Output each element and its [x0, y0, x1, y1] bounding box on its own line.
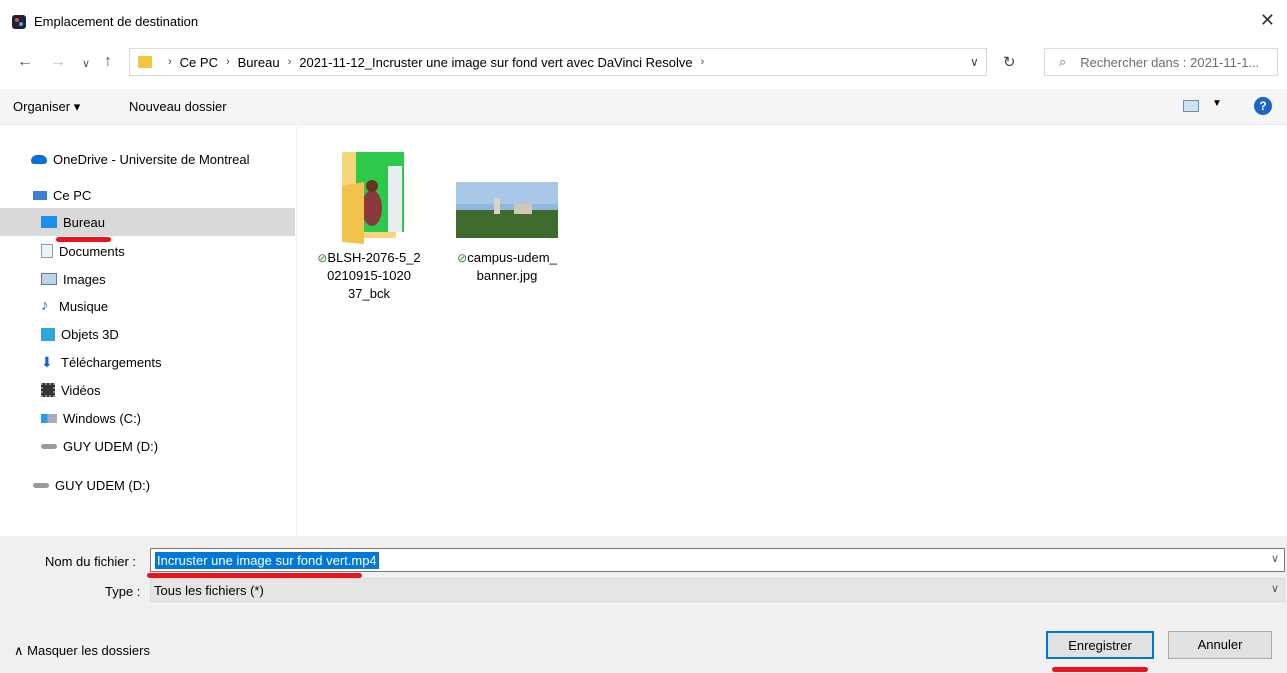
annotation-underline-save — [1052, 667, 1148, 672]
sidebar-item-label: GUY UDEM (D:) — [63, 438, 159, 454]
breadcrumb-separator-icon: › — [168, 56, 172, 68]
sidebar-item-label: Documents — [59, 243, 125, 259]
sidebar-item-objets-3d[interactable]: Objets 3D — [0, 320, 295, 348]
sync-status-check-icon: ⊘ — [317, 251, 328, 265]
view-options-icon[interactable] — [1183, 100, 1199, 112]
usb-drive-icon — [41, 443, 57, 449]
file-name-line: 0210915-1020 — [327, 268, 411, 283]
filename-label: Nom du fichier : — [45, 554, 137, 569]
file-list: ⊘BLSH-2076-5_2 0210915-1020 37_bck ⊘camp… — [297, 126, 1287, 536]
search-placeholder: Rechercher dans : 2021-11-1... — [1080, 54, 1260, 70]
new-folder-button[interactable]: Nouveau dossier — [129, 99, 227, 114]
campus-image-thumbnail-icon — [456, 182, 558, 238]
sidebar-item-label: Bureau — [63, 214, 105, 230]
file-name-line: campus-udem_ — [467, 250, 557, 265]
address-bar[interactable]: › Ce PC › Bureau › 2021-11-12_Incruster … — [129, 48, 987, 76]
hide-folders-label: Masquer les dossiers — [27, 643, 150, 658]
sidebar-item-onedrive[interactable]: OneDrive - Universite de Montreal — [0, 145, 295, 173]
title-bar: Emplacement de destination ✕ — [0, 0, 1287, 44]
music-icon: ♪ — [41, 297, 49, 314]
breadcrumb-current-folder[interactable]: 2021-11-12_Incruster une image sur fond … — [299, 55, 692, 70]
navigation-pane: OneDrive - Universite de Montreal Ce PC … — [0, 126, 297, 536]
sidebar-item-windows-c[interactable]: Windows (C:) — [0, 404, 295, 432]
folder-video-thumbnail-icon — [342, 152, 406, 244]
cancel-button[interactable]: Annuler — [1168, 631, 1272, 659]
folder-icon — [138, 56, 152, 68]
sidebar-item-label: GUY UDEM (D:) — [55, 477, 151, 493]
file-type-value: Tous les fichiers (*) — [154, 583, 264, 598]
sidebar-item-guy-udem-d[interactable]: GUY UDEM (D:) — [0, 432, 295, 460]
hide-folders-toggle[interactable]: ∧ Masquer les dossiers — [14, 643, 150, 659]
sync-status-check-icon: ⊘ — [457, 251, 468, 265]
sidebar-item-label: Windows (C:) — [63, 410, 142, 426]
file-name-line: BLSH-2076-5_2 — [327, 250, 421, 265]
up-arrow-icon[interactable]: ↑ — [104, 53, 112, 71]
recent-locations-icon[interactable]: ∨ — [82, 57, 90, 70]
sidebar-item-label: OneDrive - Universite de Montreal — [53, 151, 250, 167]
sidebar-item-telechargements[interactable]: ⬇ Téléchargements — [0, 348, 295, 376]
downloads-icon: ⬇ — [41, 354, 53, 370]
sidebar-item-videos[interactable]: Vidéos — [0, 376, 295, 404]
computer-icon — [33, 190, 47, 200]
view-dropdown-icon[interactable]: ▼ — [1212, 98, 1222, 109]
save-button[interactable]: Enregistrer — [1046, 631, 1154, 659]
sidebar-item-label: Ce PC — [53, 187, 92, 203]
breadcrumb-bureau[interactable]: Bureau — [238, 55, 280, 70]
search-input[interactable]: ⌕ Rechercher dans : 2021-11-1... — [1044, 48, 1278, 76]
forward-arrow-icon[interactable]: → — [50, 53, 66, 71]
documents-icon — [41, 244, 53, 258]
dialog-title: Emplacement de destination — [34, 14, 199, 29]
annotation-underline-bureau — [56, 237, 111, 242]
filename-selected-text[interactable]: Incruster une image sur fond vert.mp4 — [155, 552, 379, 569]
toolbar: Organiser ▾ Nouveau dossier ▼ ? — [0, 89, 1287, 125]
type-label: Type : — [105, 584, 141, 599]
davinci-resolve-icon — [12, 15, 26, 29]
breadcrumb-ce-pc[interactable]: Ce PC — [180, 55, 218, 70]
sidebar-item-guy-udem-d-root[interactable]: GUY UDEM (D:) — [0, 471, 295, 499]
sidebar-item-images[interactable]: Images — [0, 265, 295, 293]
images-icon — [41, 273, 57, 285]
search-icon: ⌕ — [1059, 54, 1067, 69]
cloud-icon — [31, 154, 47, 164]
address-history-chevron-down-icon[interactable]: ∨ — [970, 55, 979, 69]
breadcrumb-separator-icon: › — [287, 56, 292, 68]
sidebar-item-label: Téléchargements — [61, 354, 162, 370]
sidebar-item-label: Musique — [59, 298, 109, 314]
back-arrow-icon[interactable]: ← — [17, 53, 33, 71]
sidebar-item-bureau[interactable]: Bureau — [0, 208, 295, 236]
desktop-icon — [41, 216, 57, 228]
breadcrumb-separator-icon: › — [700, 56, 705, 68]
file-name-line: banner.jpg — [476, 268, 538, 283]
usb-drive-icon — [33, 482, 49, 488]
refresh-icon[interactable]: ↻ — [1003, 53, 1016, 71]
file-type-select[interactable]: Tous les fichiers (*) ∨ — [150, 578, 1285, 602]
sidebar-item-label: Vidéos — [61, 382, 101, 398]
sidebar-item-musique[interactable]: ♪ Musique — [0, 292, 295, 320]
chevron-down-icon[interactable]: ∨ — [1271, 582, 1279, 595]
organize-button[interactable]: Organiser ▾ — [13, 99, 80, 115]
file-item-folder[interactable]: ⊘BLSH-2076-5_2 0210915-1020 37_bck — [304, 146, 434, 303]
file-name-line: 37_bck — [348, 286, 390, 301]
close-icon[interactable]: ✕ — [1260, 10, 1275, 31]
sidebar-item-ce-pc[interactable]: Ce PC — [0, 181, 295, 209]
videos-icon — [41, 383, 55, 397]
3d-objects-icon — [41, 327, 55, 341]
sidebar-item-label: Images — [63, 271, 106, 287]
chevron-down-icon[interactable]: ∨ — [1271, 552, 1279, 565]
file-item-image[interactable]: ⊘campus-udem_ banner.jpg — [442, 146, 572, 285]
sidebar-item-label: Objets 3D — [61, 326, 119, 342]
help-icon[interactable]: ? — [1254, 97, 1272, 115]
sidebar-item-documents[interactable]: Documents — [0, 237, 295, 265]
drive-c-icon — [41, 413, 57, 423]
breadcrumb-separator-icon: › — [225, 56, 230, 68]
filename-input[interactable]: Incruster une image sur fond vert.mp4 ∨ — [150, 548, 1285, 572]
chevron-up-icon: ∧ — [14, 643, 24, 658]
